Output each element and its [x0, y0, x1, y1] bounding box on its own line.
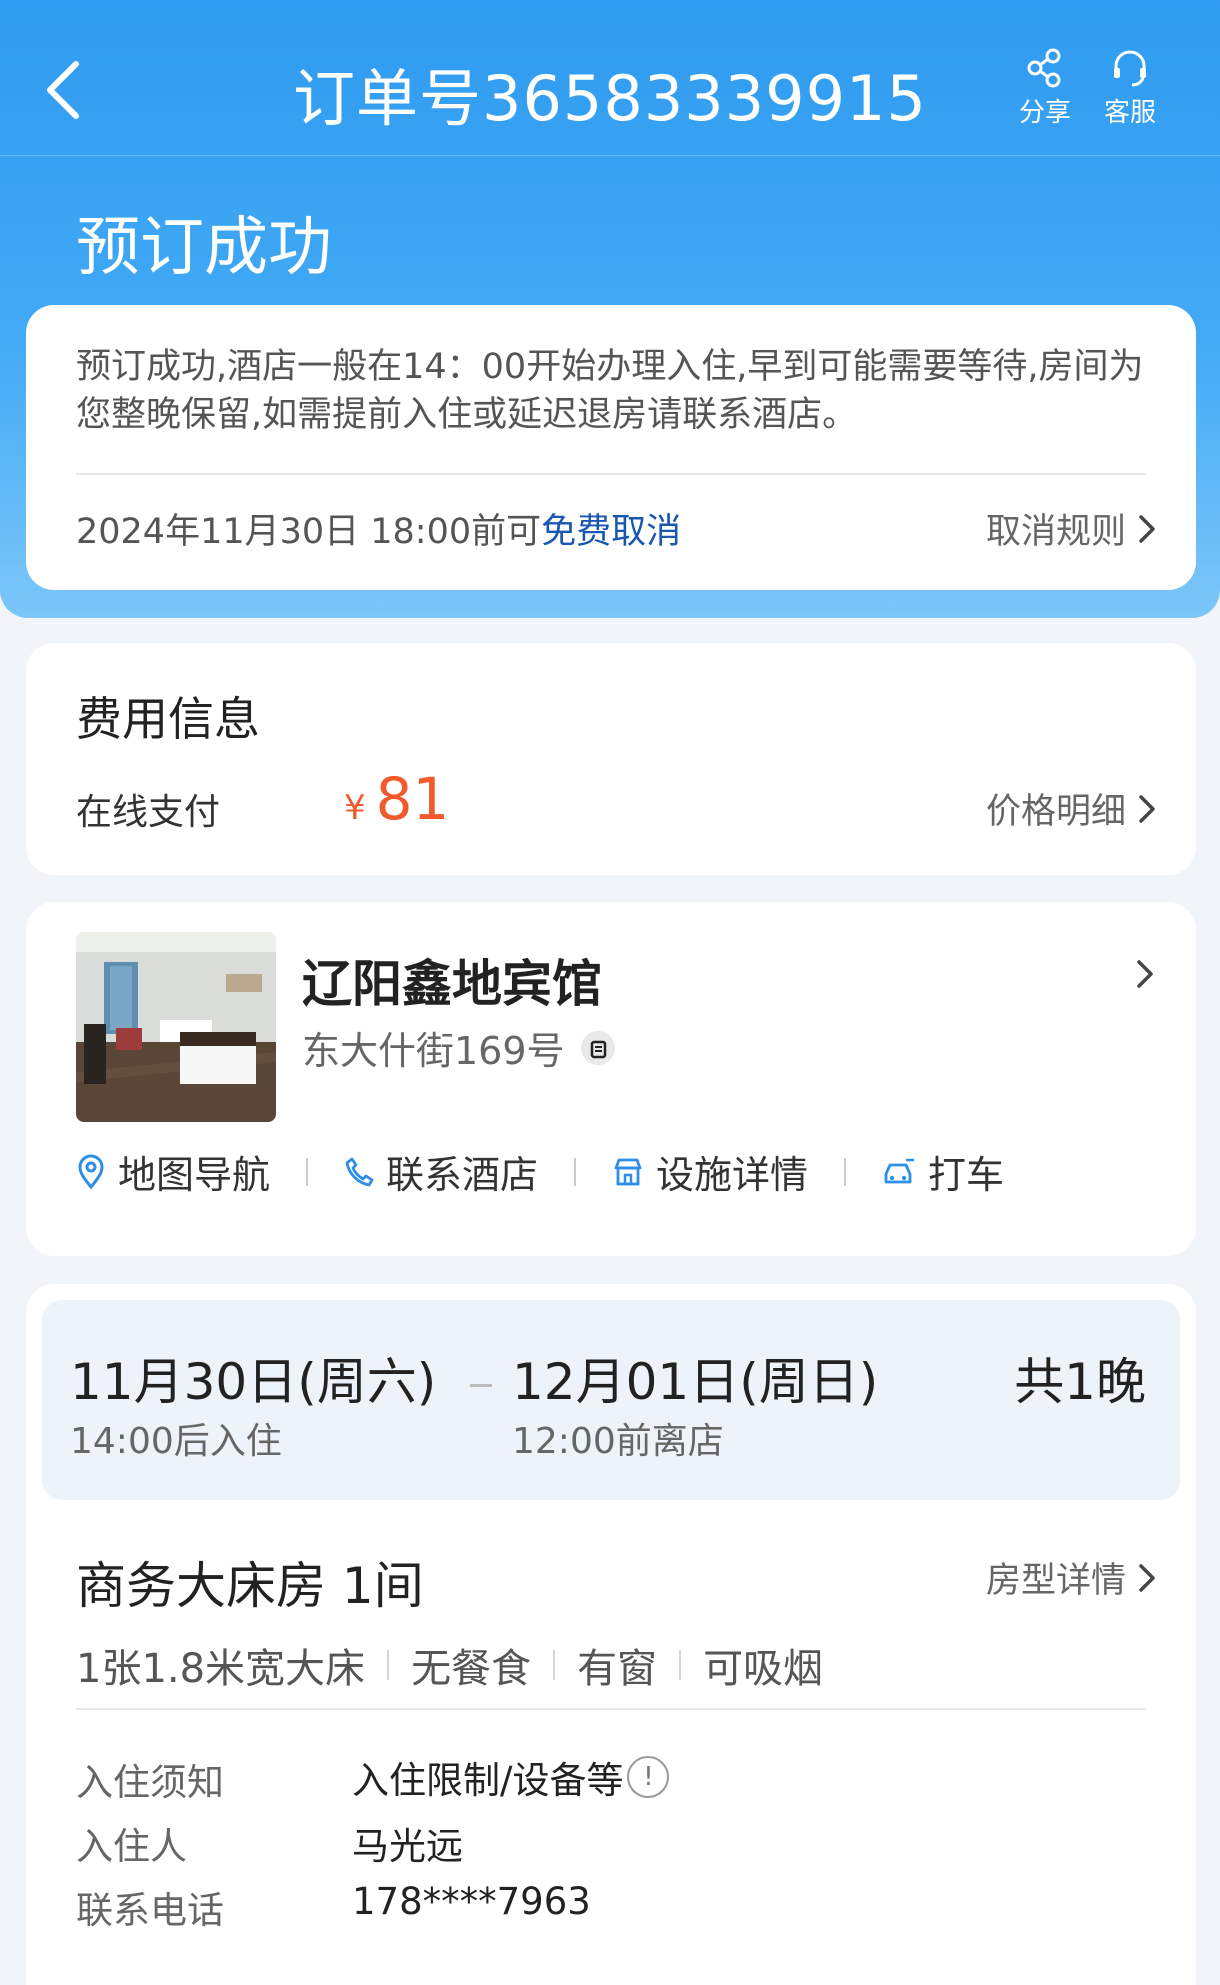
- free-cancel-deadline: 2024年11月30日 18:00前可免费取消: [76, 503, 681, 554]
- hotel-photo[interactable]: [76, 932, 276, 1122]
- phone-label: 联系电话: [76, 1889, 224, 1932]
- fee-info-card: 费用信息 在线支付 ¥81 价格明细: [26, 643, 1196, 875]
- map-navigation-label: 地图导航: [118, 1153, 271, 1197]
- copy-icon-glyph: [590, 1040, 606, 1058]
- room-detail-link[interactable]: 房型详情: [986, 1552, 1158, 1603]
- divider: [76, 473, 1146, 475]
- free-cancel-link[interactable]: 免费取消: [541, 512, 681, 552]
- share-button[interactable]: 分享: [1005, 48, 1085, 129]
- guest-label: 入住人: [76, 1825, 187, 1868]
- checkin-date: 11月30日(周六): [70, 1353, 437, 1411]
- chevron-right-icon: [1139, 514, 1155, 543]
- separator: [553, 1650, 556, 1680]
- checkout-time-note: 12:00前离店: [512, 1421, 724, 1462]
- hotel-address-text: 东大什街169号: [302, 1029, 565, 1073]
- cancel-rules-label: 取消规则: [985, 512, 1126, 552]
- total-price: ¥81: [344, 765, 449, 833]
- headset-icon: [1114, 50, 1146, 87]
- taxi-label: 打车: [928, 1153, 1005, 1197]
- customer-service-label: 客服: [1103, 98, 1156, 128]
- guest-name: 马光远: [352, 1825, 463, 1868]
- window-tag: 有窗: [577, 1646, 658, 1692]
- chevron-right-icon[interactable]: [1134, 956, 1156, 992]
- share-icon: [1027, 48, 1061, 88]
- map-navigation-button[interactable]: 地图导航: [76, 1144, 270, 1199]
- booking-notice-card: 预订成功,酒店一般在14：00开始办理入住,早到可能需要等待,房间为您整晚保留,…: [26, 305, 1196, 590]
- meal-tag: 无餐食: [411, 1646, 532, 1692]
- online-payment-label: 在线支付: [76, 792, 221, 833]
- hotel-card: 辽阳鑫地宾馆 东大什街169号 地图导航 联系酒店 设施详情 打车: [26, 902, 1196, 1256]
- room-detail-label: 房型详情: [985, 1561, 1126, 1601]
- divider: [76, 1708, 1146, 1710]
- checkin-notice-label: 入住须知: [76, 1761, 224, 1804]
- currency-symbol: ¥: [344, 788, 366, 828]
- cancel-deadline-text: 2024年11月30日 18:00前可: [76, 512, 542, 552]
- date-range-dash: [470, 1384, 492, 1387]
- contact-hotel-label: 联系酒店: [386, 1153, 539, 1197]
- share-label: 分享: [1018, 98, 1071, 128]
- separator: [679, 1650, 682, 1680]
- checkin-time-note: 14:00后入住: [70, 1421, 282, 1462]
- checkin-notice-value-text: 入住限制/设备等: [352, 1759, 624, 1802]
- facility-details-label: 设施详情: [656, 1153, 809, 1197]
- contact-hotel-button[interactable]: 联系酒店: [344, 1144, 538, 1199]
- separator: [844, 1157, 847, 1186]
- booking-status-title: 预订成功: [76, 211, 332, 285]
- smoking-tag: 可吸烟: [703, 1646, 824, 1692]
- customer-service-button[interactable]: 客服: [1090, 48, 1170, 129]
- stay-dates: 11月30日(周六) 14:00后入住 12月01日(周日) 12:00前离店 …: [42, 1300, 1180, 1500]
- location-pin-icon: [78, 1154, 104, 1189]
- separator: [387, 1650, 390, 1680]
- cancel-rules-link[interactable]: 取消规则: [986, 503, 1158, 554]
- navigation-bar: 订单号36583339915 分享 客服: [0, 0, 1220, 156]
- price-amount: 81: [375, 765, 450, 833]
- store-icon: [614, 1158, 642, 1185]
- nights-count: 共1晚: [1014, 1353, 1146, 1411]
- phone-number: 178****7963: [352, 1880, 591, 1923]
- hotel-address: 东大什街169号: [302, 1020, 615, 1075]
- checkin-notice-value[interactable]: 入住限制/设备等 !: [352, 1750, 670, 1804]
- stay-details-card: 11月30日(周六) 14:00后入住 12月01日(周日) 12:00前离店 …: [26, 1284, 1196, 1985]
- taxi-button[interactable]: 打车: [882, 1144, 1004, 1199]
- copy-icon[interactable]: [580, 1030, 615, 1065]
- separator: [574, 1157, 577, 1186]
- hotel-actions: 地图导航 联系酒店 设施详情 打车: [76, 1144, 1004, 1199]
- chevron-right-icon: [1139, 1563, 1155, 1592]
- checkin-notice-text: 预订成功,酒店一般在14：00开始办理入住,早到可能需要等待,房间为您整晚保留,…: [76, 347, 1144, 435]
- hotel-name[interactable]: 辽阳鑫地宾馆: [302, 944, 602, 1016]
- phone-icon: [345, 1157, 374, 1186]
- room-type-title: 商务大床房 1间: [76, 1557, 424, 1615]
- checkout-date: 12月01日(周日): [512, 1353, 879, 1411]
- separator: [306, 1157, 309, 1186]
- room-features: 1张1.8米宽大床 无餐食 有窗 可吸烟: [76, 1636, 823, 1694]
- car-icon: [884, 1158, 915, 1183]
- chevron-right-icon: [1139, 794, 1155, 823]
- facility-details-button[interactable]: 设施详情: [612, 1144, 808, 1199]
- price-detail-label: 价格明细: [985, 792, 1126, 832]
- hotel-room-image: [76, 932, 276, 1122]
- fee-info-title: 费用信息: [76, 692, 260, 746]
- bed-type-tag: 1张1.8米宽大床: [76, 1646, 366, 1692]
- info-icon: !: [627, 1756, 670, 1798]
- price-detail-link[interactable]: 价格明细: [986, 783, 1158, 834]
